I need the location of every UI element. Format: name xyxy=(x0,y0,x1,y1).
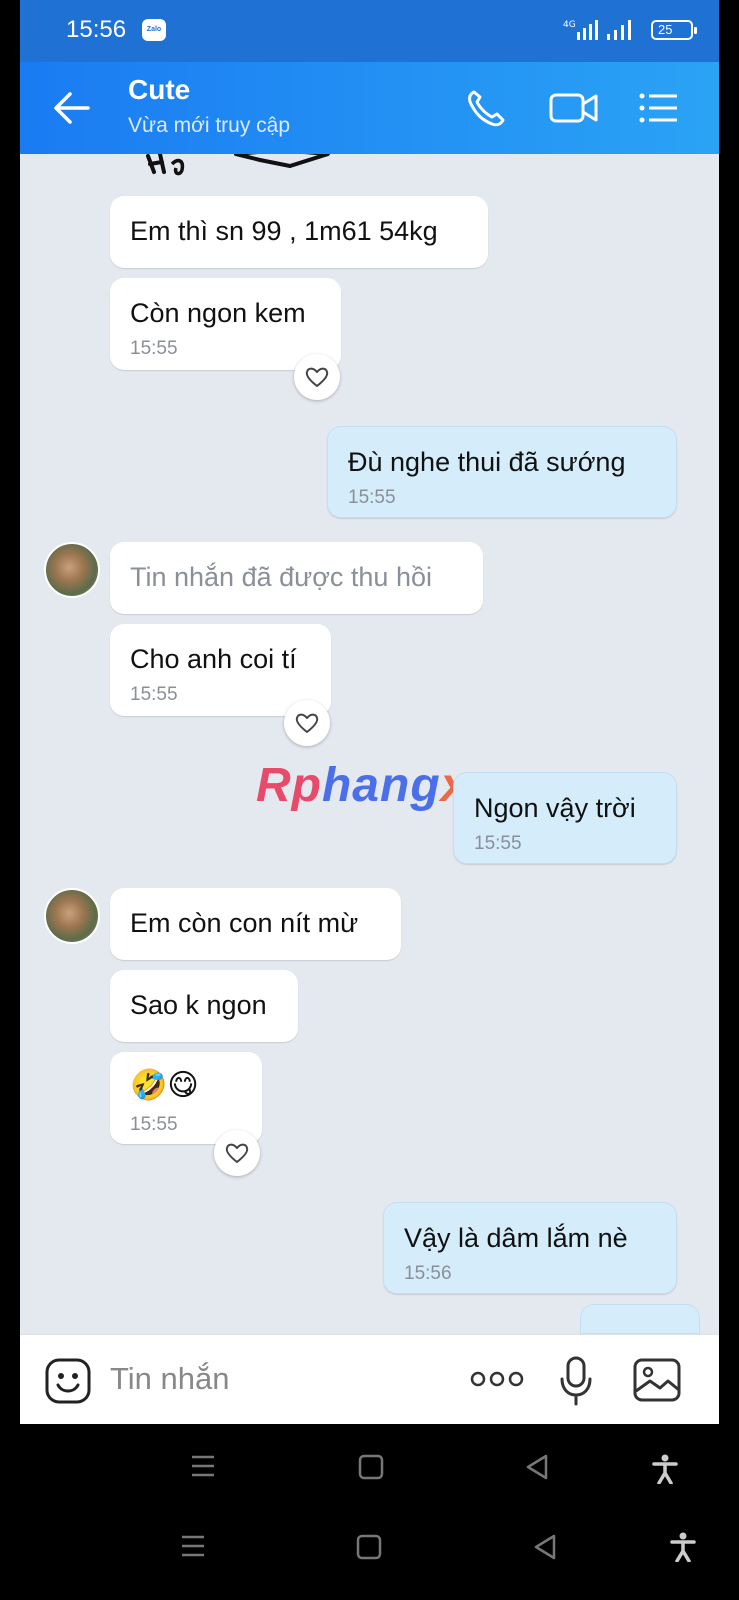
microphone-icon[interactable] xyxy=(558,1355,594,1407)
outgoing-message[interactable]: Ngon vậy trời 15:55 xyxy=(453,772,677,864)
message-text: Cho anh coi tí xyxy=(130,644,297,674)
incoming-message[interactable]: Em thì sn 99 , 1m61 54kg xyxy=(110,196,488,268)
accessibility-icon[interactable] xyxy=(652,1454,678,1484)
accessibility-icon[interactable] xyxy=(670,1532,696,1562)
more-dots-icon[interactable] xyxy=(470,1369,524,1389)
heart-icon xyxy=(295,713,319,733)
status-time: 15:56 xyxy=(66,16,127,43)
contact-name[interactable]: Cute xyxy=(128,74,190,106)
message-text: Sao k ngon xyxy=(130,990,267,1020)
sticker-fragment xyxy=(146,154,330,176)
system-nav-bar-secondary xyxy=(0,1512,739,1600)
message-text: Vậy là dâm lắm nè xyxy=(404,1223,628,1253)
message-time: 15:55 xyxy=(474,833,522,854)
signal-strength-icon xyxy=(607,20,631,40)
message-text: Tin nhắn đã được thu hồi xyxy=(130,562,432,592)
heart-icon xyxy=(225,1143,249,1163)
message-time: 15:56 xyxy=(404,1263,452,1284)
phone-screen: 15:56 Zalo 4G 25 Cute Vừa mới truy cập E… xyxy=(20,0,719,1424)
message-list[interactable]: Em thì sn 99 , 1m61 54kg Còn ngon kem 15… xyxy=(20,154,719,1334)
incoming-message[interactable]: Sao k ngon xyxy=(110,970,298,1042)
sticker-smiley-icon[interactable] xyxy=(44,1357,92,1405)
contact-avatar[interactable] xyxy=(44,542,100,598)
battery-indicator: 25 xyxy=(651,20,697,40)
chat-header: Cute Vừa mới truy cập xyxy=(20,62,719,154)
heart-icon xyxy=(305,367,329,387)
message-input-bar: Tin nhắn xyxy=(20,1334,719,1424)
back-nav-icon[interactable] xyxy=(532,1534,558,1560)
image-icon[interactable] xyxy=(632,1357,682,1403)
outgoing-message[interactable]: Đù nghe thui đã sướng 15:55 xyxy=(327,426,677,518)
home-icon[interactable] xyxy=(358,1454,384,1480)
home-icon[interactable] xyxy=(356,1534,382,1560)
message-time: 15:55 xyxy=(348,487,396,508)
message-time: 15:55 xyxy=(130,1114,178,1135)
react-heart-button[interactable] xyxy=(214,1130,260,1176)
message-time: 15:55 xyxy=(130,338,178,359)
message-text: Còn ngon kem xyxy=(130,298,306,328)
status-bar: 15:56 Zalo 4G 25 xyxy=(20,0,719,62)
back-arrow-icon[interactable] xyxy=(52,88,92,128)
video-call-icon[interactable] xyxy=(548,86,600,130)
watermark-logo: Rphangx xyxy=(256,759,467,812)
message-text: Đù nghe thui đã sướng xyxy=(348,447,626,477)
message-input[interactable]: Tin nhắn xyxy=(110,1361,230,1397)
incoming-message[interactable]: Em còn con nít mừ xyxy=(110,888,401,960)
message-text: Ngon vậy trời xyxy=(474,793,636,823)
recent-apps-icon[interactable] xyxy=(180,1534,206,1558)
message-text: Em thì sn 99 , 1m61 54kg xyxy=(130,216,438,246)
presence-status: Vừa mới truy cập xyxy=(128,114,291,137)
back-nav-icon[interactable] xyxy=(524,1454,550,1480)
outgoing-message[interactable]: Vậy là dâm lắm nè 15:56 xyxy=(383,1202,677,1294)
contact-avatar[interactable] xyxy=(44,888,100,944)
recalled-message[interactable]: Tin nhắn đã được thu hồi xyxy=(110,542,483,614)
react-heart-button[interactable] xyxy=(284,700,330,746)
recent-apps-icon[interactable] xyxy=(190,1454,216,1478)
system-nav-bar xyxy=(0,1424,739,1512)
menu-list-icon[interactable] xyxy=(636,86,680,130)
message-text: Em còn con nít mừ xyxy=(130,908,359,938)
emoji-message: 🤣😋 xyxy=(130,1069,199,1102)
message-time: 15:55 xyxy=(130,684,178,705)
phone-icon[interactable] xyxy=(464,86,508,130)
next-message-peek xyxy=(580,1304,700,1334)
zalo-notification-icon: Zalo xyxy=(142,19,166,41)
signal-4g-icon: 4G xyxy=(563,20,598,40)
network-label: 4G xyxy=(563,20,576,30)
react-heart-button[interactable] xyxy=(294,354,340,400)
